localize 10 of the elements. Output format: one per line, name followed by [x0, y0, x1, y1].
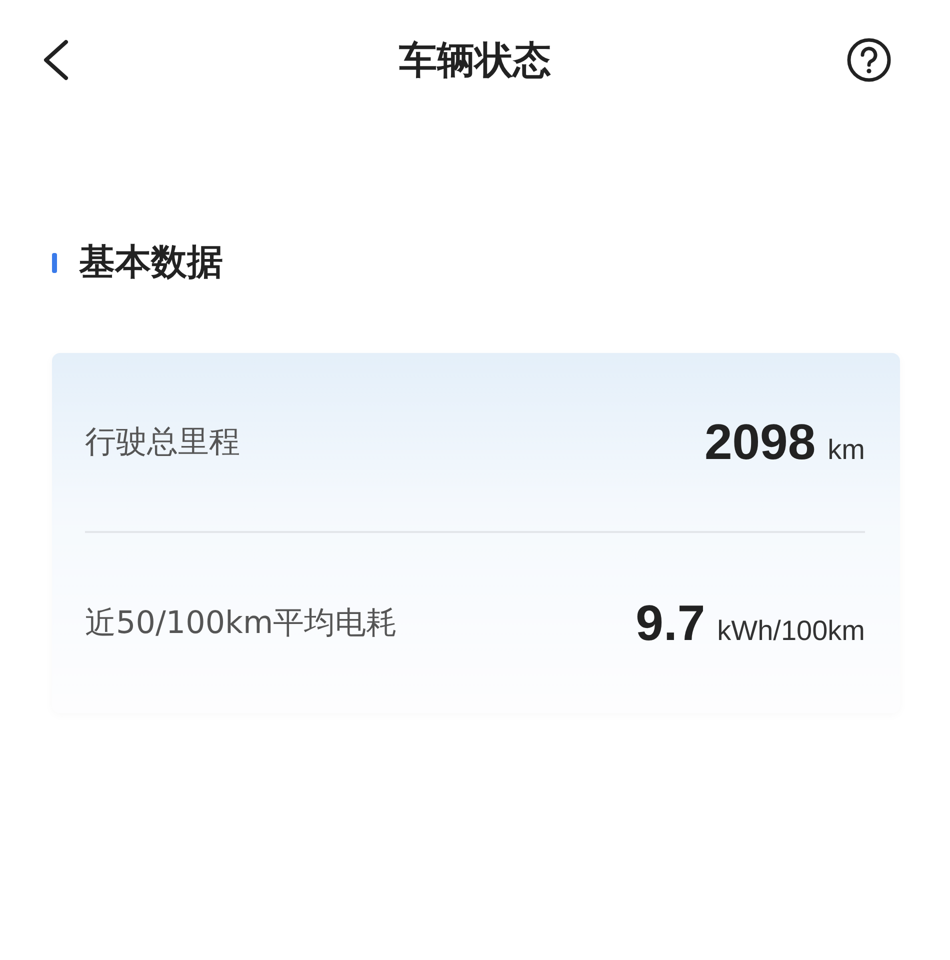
stat-label: 近50/100km平均电耗: [85, 604, 398, 643]
stat-unit: kWh/100km: [717, 615, 865, 647]
stat-value: 2098: [704, 413, 816, 471]
stat-unit: km: [828, 434, 865, 466]
page-title: 车辆状态: [398, 36, 552, 84]
help-button[interactable]: [846, 37, 892, 83]
stat-label: 行驶总里程: [85, 423, 240, 462]
section-accent-bar: [52, 252, 57, 272]
section-title: 基本数据: [79, 241, 223, 285]
stat-value: 9.7: [636, 594, 706, 652]
